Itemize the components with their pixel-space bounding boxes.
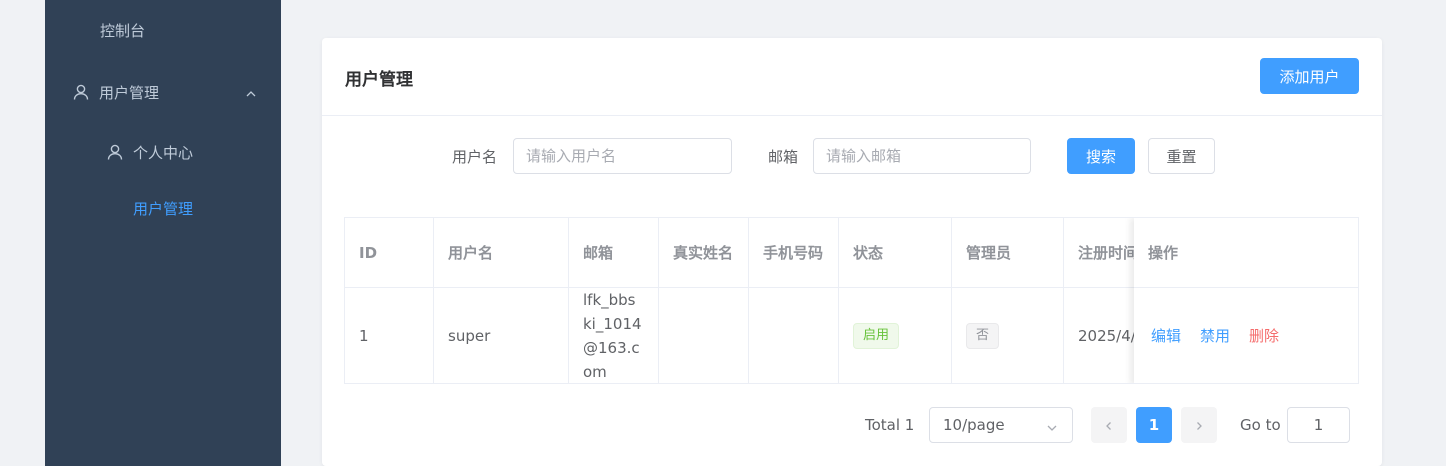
- sidebar: 控制台 用户管理 个人中心 用户管理: [45, 0, 281, 466]
- page-button-current[interactable]: 1: [1136, 407, 1172, 443]
- cell-username: super: [434, 288, 569, 383]
- username-input[interactable]: [513, 138, 732, 174]
- pagination-total: Total 1: [865, 416, 915, 434]
- page-title: 用户管理: [345, 70, 413, 90]
- sidebar-item-personal-center[interactable]: 个人中心: [45, 138, 281, 166]
- column-header-actions: 操作: [1134, 218, 1358, 288]
- cell-status: 启用: [839, 288, 952, 383]
- column-header-email: 邮箱: [569, 218, 659, 288]
- search-button[interactable]: 搜索: [1067, 138, 1135, 174]
- cell-phone: [749, 288, 839, 383]
- cell-admin: 否: [952, 288, 1064, 383]
- sidebar-item-label: 控制台: [100, 21, 146, 40]
- column-header-username: 用户名: [434, 218, 569, 288]
- sidebar-item-user-management[interactable]: 用户管理: [45, 195, 281, 221]
- email-label: 邮箱: [768, 148, 799, 166]
- goto-input[interactable]: 1: [1287, 407, 1350, 443]
- users-table: ID 用户名 邮箱 真实姓名 手机号码 状态 管理员 注册时间 1 super …: [344, 217, 1359, 384]
- prev-page-button[interactable]: [1091, 407, 1127, 443]
- status-badge: 启用: [853, 323, 900, 349]
- column-header-id: ID: [345, 218, 434, 288]
- chevron-down-icon: [1046, 420, 1058, 438]
- reset-button[interactable]: 重置: [1148, 138, 1215, 174]
- cell-email: lfk_bbski_1014@163.com: [569, 288, 659, 383]
- cell-actions: 编辑 禁用 删除: [1134, 288, 1358, 383]
- goto-value: 1: [1313, 416, 1324, 434]
- column-header-admin: 管理员: [952, 218, 1064, 288]
- actions-column: 操作 编辑 禁用 删除: [1134, 218, 1358, 383]
- edit-link[interactable]: 编辑: [1151, 324, 1181, 348]
- email-input[interactable]: [813, 138, 1031, 174]
- sidebar-item-label: 用户管理: [133, 199, 194, 218]
- next-page-button[interactable]: [1181, 407, 1217, 443]
- chevron-right-icon: [1194, 416, 1204, 435]
- sidebar-item-dashboard[interactable]: 控制台: [45, 18, 281, 42]
- disable-link[interactable]: 禁用: [1200, 324, 1230, 348]
- sidebar-item-label: 个人中心: [133, 143, 194, 162]
- username-label: 用户名: [452, 148, 498, 166]
- chevron-left-icon: [1104, 416, 1114, 435]
- user-icon: [106, 143, 124, 161]
- delete-link[interactable]: 删除: [1249, 324, 1279, 348]
- column-header-real-name: 真实姓名: [659, 218, 749, 288]
- cell-real-name: [659, 288, 749, 383]
- goto-label: Go to: [1240, 416, 1281, 434]
- cell-id: 1: [345, 288, 434, 383]
- left-gap: [0, 0, 45, 466]
- column-header-phone: 手机号码: [749, 218, 839, 288]
- user-icon: [72, 83, 90, 101]
- admin-badge: 否: [966, 323, 1000, 349]
- user-management-card: 用户管理 添加用户 用户名 邮箱 搜索 重置 ID 用户名 邮箱 真实姓名 手机…: [322, 38, 1382, 466]
- page-size-value: 10/page: [943, 416, 1005, 434]
- sidebar-group-user-management[interactable]: 用户管理: [45, 78, 281, 106]
- column-header-status: 状态: [839, 218, 952, 288]
- sidebar-item-label: 用户管理: [99, 83, 160, 102]
- page-size-select[interactable]: 10/page: [929, 407, 1073, 443]
- chevron-up-icon: [245, 86, 257, 98]
- add-user-button[interactable]: 添加用户: [1260, 58, 1359, 94]
- card-header: 用户管理 添加用户: [322, 38, 1382, 116]
